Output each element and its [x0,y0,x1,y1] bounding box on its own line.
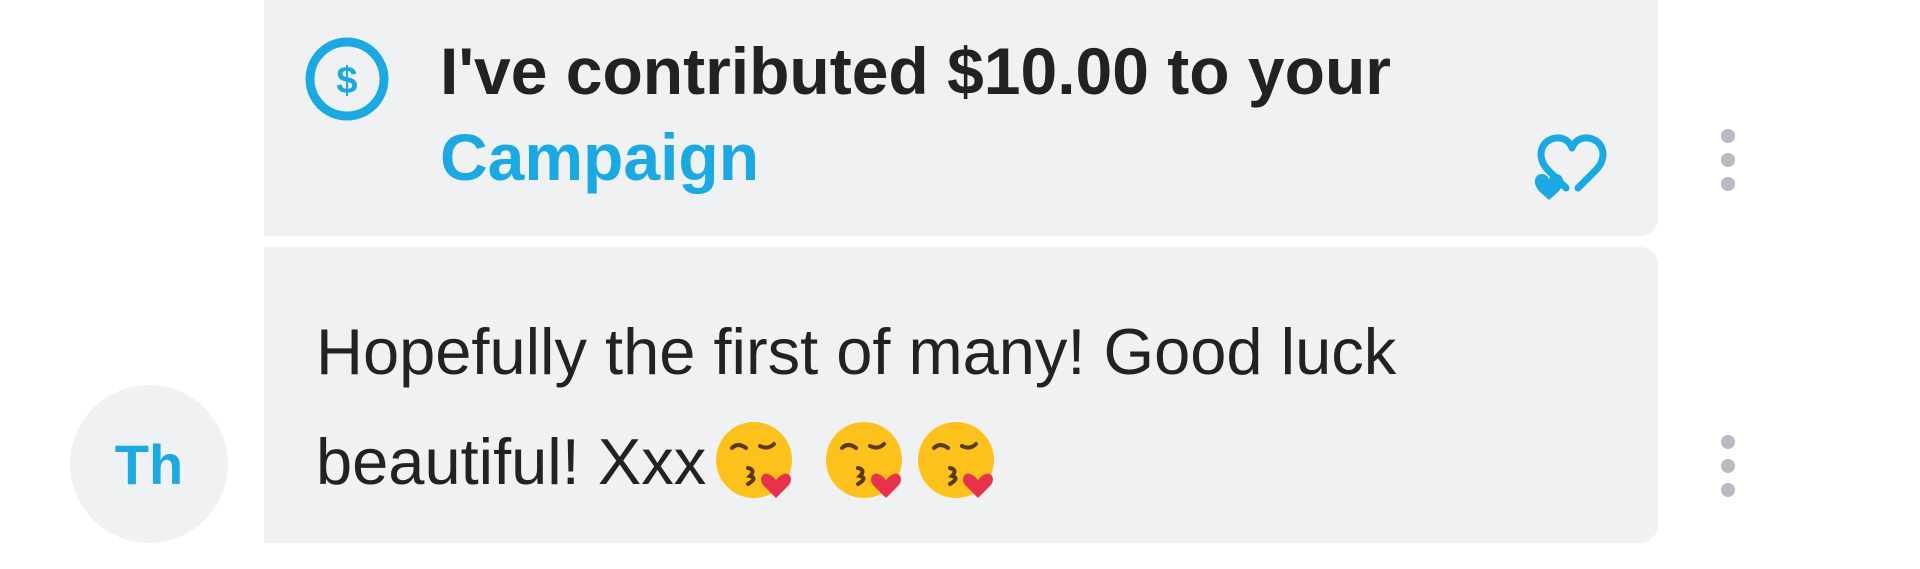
dollar-circle-icon: $ [305,37,389,121]
message-body: Hopefully the first of many! Good luck b… [316,297,1616,517]
campaign-link[interactable]: Campaign [440,112,759,202]
avatar-initials: Th [114,432,184,496]
face-blowing-kiss-emoji [716,421,793,498]
sender-avatar[interactable]: Th [70,385,228,543]
message-text-line1: Hopefully the first of many! Good luck [316,315,1397,388]
text-message-bubble[interactable]: Hopefully the first of many! Good luck b… [264,247,1658,543]
message-text-line2: beautiful! Xxx [316,425,707,498]
face-blowing-kiss-emoji [918,421,995,498]
face-blowing-kiss-emoji [826,421,903,498]
chat-thread: $ I've contributed $10.00 to your Campai… [0,0,1920,569]
vertical-ellipsis-icon[interactable] [1718,126,1738,194]
svg-text:$: $ [336,60,357,102]
contribution-message-bubble[interactable]: $ I've contributed $10.00 to your Campai… [264,0,1658,236]
contribution-text: I've contributed $10.00 to your [440,34,1391,108]
vertical-ellipsis-icon[interactable] [1718,432,1738,500]
double-heart-icon[interactable] [1526,118,1616,200]
